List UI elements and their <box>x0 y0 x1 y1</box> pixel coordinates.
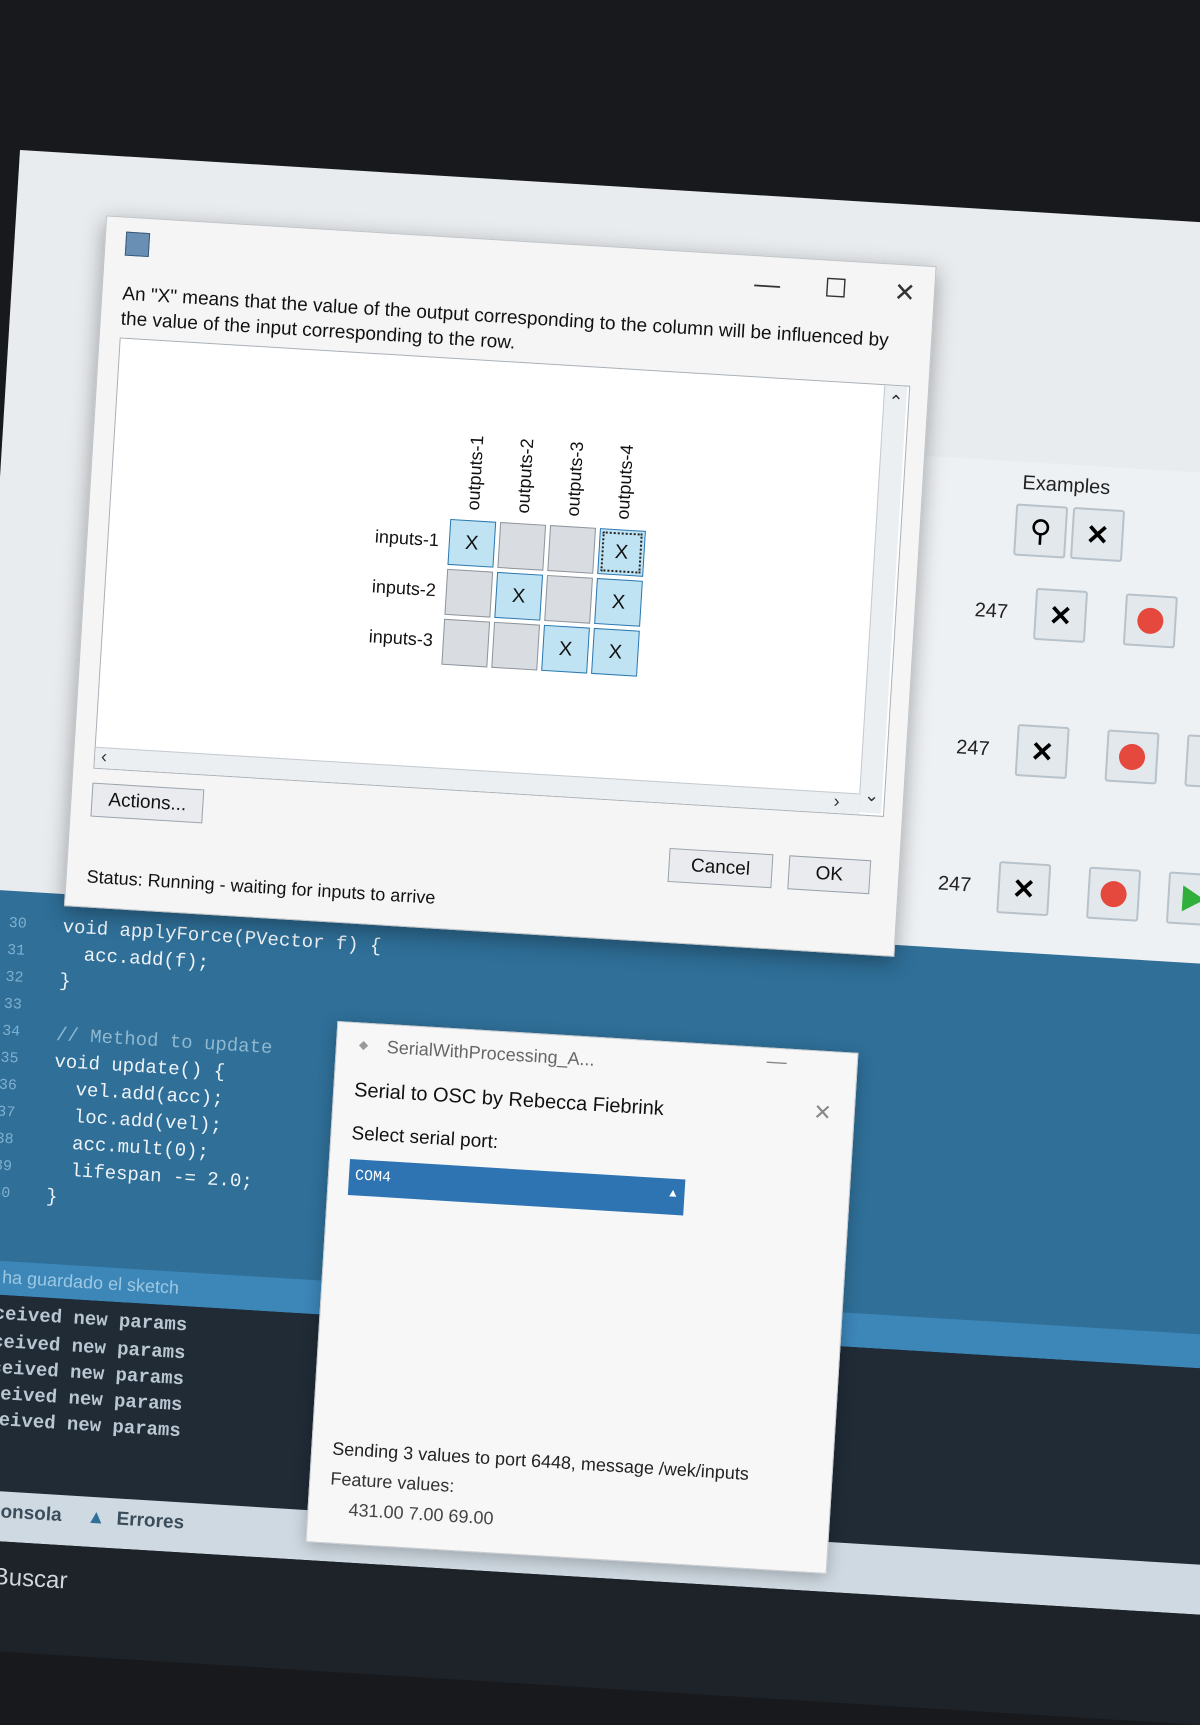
line-number: 35 <box>0 1049 20 1068</box>
line-number: 34 <box>1 1022 21 1041</box>
close-icon[interactable]: ✕ <box>1069 506 1126 563</box>
code-line: } <box>45 1185 59 1209</box>
line-number: 40 <box>0 1184 11 1203</box>
close-button[interactable]: ✕ <box>893 277 917 309</box>
matrix-cell[interactable] <box>491 621 540 671</box>
matrix-cell[interactable] <box>544 574 593 624</box>
scroll-up-icon[interactable]: ⌃ <box>888 391 904 413</box>
row-3-play-icon[interactable] <box>1165 871 1200 927</box>
feature-values-label: Feature values: <box>329 1468 455 1496</box>
row-2-value: 247 <box>955 736 991 761</box>
input-output-connection-dialog: — ☐ ✕ An "X" means that the value of the… <box>63 215 937 957</box>
line-number: 31 <box>6 941 26 960</box>
console-line: Received new params <box>0 1301 188 1337</box>
search-icon[interactable]: ⚲ <box>1013 503 1069 559</box>
row-header: inputs-3 <box>368 626 434 651</box>
row-1-record-icon[interactable] <box>1122 593 1178 649</box>
minimize-button[interactable]: — <box>753 268 781 301</box>
cancel-button[interactable]: Cancel <box>667 847 774 889</box>
feature-values: 431.00 7.00 69.00 <box>348 1499 495 1529</box>
close-icon[interactable]: ✕ <box>813 1099 833 1126</box>
row-2-record-icon[interactable] <box>1104 729 1160 785</box>
column-header: outputs-1 <box>462 434 488 511</box>
serial-osc-window: ◆ SerialWithProcessing_A... — ✕ Serial t… <box>305 1021 859 1574</box>
examples-label: Examples <box>1021 471 1111 500</box>
matrix-cell[interactable]: X <box>597 528 646 577</box>
column-header: outputs-2 <box>512 437 538 514</box>
warning-icon: ▲ <box>86 1506 107 1529</box>
serial-port-select[interactable]: COM4 ▲ <box>347 1159 686 1216</box>
matrix-cell[interactable] <box>444 568 494 618</box>
scroll-left-icon[interactable]: ‹ <box>100 746 108 767</box>
scroll-down-icon[interactable]: ⌄ <box>864 785 880 807</box>
row-3-delete-icon[interactable]: ✕ <box>996 861 1052 917</box>
line-number: 36 <box>0 1076 18 1095</box>
ok-button[interactable]: OK <box>787 855 872 895</box>
serial-heading: Serial to OSC by Rebecca Fiebrink <box>353 1079 665 1121</box>
line-number: 37 <box>0 1103 16 1122</box>
row-header: inputs-2 <box>371 576 437 601</box>
column-header: outputs-3 <box>562 440 588 518</box>
vertical-scrollbar[interactable]: ⌃ ⌄ <box>858 385 908 814</box>
minimize-button[interactable]: — <box>766 1050 787 1074</box>
app-icon: ◆ <box>358 1037 369 1052</box>
code-line: lifespan -= 2.0; <box>47 1158 254 1194</box>
saved-message: Se ha guardado el sketch <box>0 1265 180 1298</box>
matrix-cell[interactable]: X <box>541 624 590 674</box>
line-number: 32 <box>4 968 24 987</box>
matrix-cell[interactable] <box>547 525 597 574</box>
matrix-cell[interactable] <box>497 522 547 571</box>
row-1-delete-icon[interactable]: ✕ <box>1032 587 1089 643</box>
line-number: 33 <box>3 995 23 1014</box>
row-2-play-icon[interactable] <box>1184 734 1200 790</box>
horizontal-scrollbar[interactable]: ‹ › <box>94 746 861 815</box>
matrix-cell[interactable] <box>441 618 491 668</box>
tab-console[interactable]: Consola <box>0 1501 62 1528</box>
serial-window-title: SerialWithProcessing_A... <box>386 1037 596 1070</box>
scroll-right-icon[interactable]: › <box>833 791 840 812</box>
row-2-delete-icon[interactable]: ✕ <box>1014 723 1070 780</box>
connection-matrix-panel: outputs-1 outputs-2 outputs-3 outputs-4 inpu… <box>93 337 911 817</box>
line-number: 38 <box>0 1130 15 1149</box>
row-3-record-icon[interactable] <box>1086 866 1142 922</box>
taskbar-search[interactable]: Buscar <box>0 1563 68 1596</box>
status-text: Status: Running - waiting for inputs to … <box>86 866 436 908</box>
row-1-value: 247 <box>974 599 1009 624</box>
maximize-button[interactable]: ☐ <box>823 272 848 304</box>
selected-port: COM4 <box>354 1167 392 1187</box>
app-icon <box>124 231 151 258</box>
column-header: outputs-4 <box>612 443 638 521</box>
dropdown-arrow-icon: ▲ <box>668 1186 677 1202</box>
matrix-cell[interactable]: X <box>494 571 544 621</box>
line-number: 30 <box>8 914 28 933</box>
tab-errors[interactable]: Errores <box>116 1508 185 1534</box>
row-header: inputs-1 <box>374 526 440 551</box>
matrix-cell[interactable]: X <box>591 627 640 677</box>
select-port-label: Select serial port: <box>350 1123 499 1154</box>
line-number: 39 <box>0 1157 13 1176</box>
row-3-value: 247 <box>937 872 972 897</box>
code-line: } <box>58 969 72 993</box>
matrix-cell[interactable]: X <box>447 518 497 568</box>
matrix-cell[interactable]: X <box>594 578 643 627</box>
actions-button[interactable]: Actions... <box>90 782 205 824</box>
